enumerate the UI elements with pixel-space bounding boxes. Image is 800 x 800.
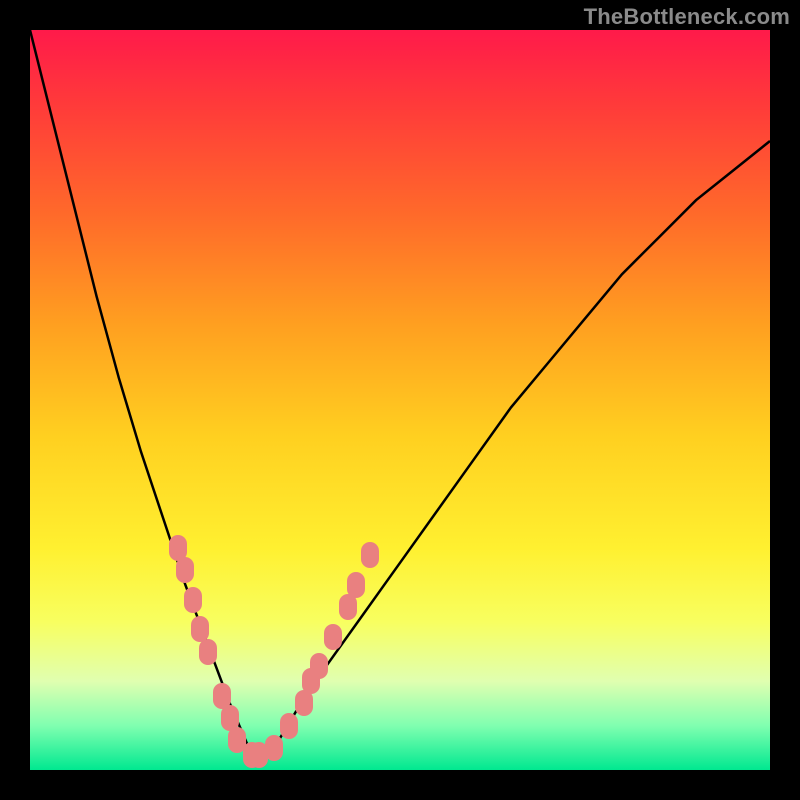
curve-marker	[243, 742, 261, 768]
curve-marker	[184, 587, 202, 613]
curve-marker	[265, 735, 283, 761]
plot-area	[30, 30, 770, 770]
curve-marker	[213, 683, 231, 709]
curve-marker	[361, 542, 379, 568]
curve-marker	[228, 727, 246, 753]
curve-marker	[280, 713, 298, 739]
curve-marker	[324, 624, 342, 650]
curve-marker	[295, 690, 313, 716]
curve-marker	[302, 668, 320, 694]
curve-marker	[339, 594, 357, 620]
curve-marker	[176, 557, 194, 583]
marker-layer	[30, 30, 770, 770]
chart-frame: TheBottleneck.com	[0, 0, 800, 800]
bottleneck-curve	[30, 30, 770, 770]
curve-marker	[169, 535, 187, 561]
curve-marker	[250, 742, 268, 768]
curve-marker	[199, 639, 217, 665]
curve-marker	[310, 653, 328, 679]
curve-marker	[191, 616, 209, 642]
watermark-text: TheBottleneck.com	[584, 4, 790, 30]
curve-marker	[347, 572, 365, 598]
curve-marker	[221, 705, 239, 731]
